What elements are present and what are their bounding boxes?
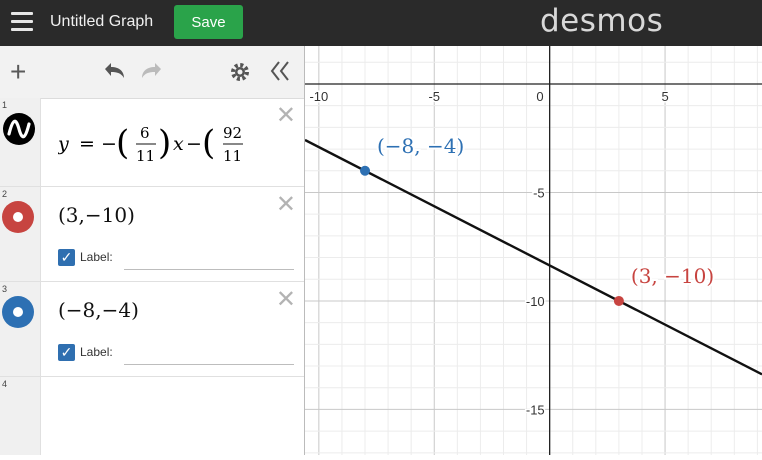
graph-title[interactable]: Untitled Graph bbox=[50, 13, 153, 31]
svg-text:−: − bbox=[186, 133, 202, 155]
expression-gutter: 4 bbox=[0, 377, 41, 455]
svg-text:): ) bbox=[158, 123, 171, 163]
expression-math-2[interactable]: (3,−10) bbox=[58, 203, 135, 227]
expression-number: 4 bbox=[2, 379, 8, 389]
gear-icon[interactable] bbox=[229, 61, 251, 88]
point-color-icon-blue[interactable] bbox=[2, 296, 34, 328]
redo-icon[interactable] bbox=[139, 60, 167, 87]
graph-canvas[interactable]: -10 -5 0 5 -5 -10 -15 (−8, −4) (3, −10) bbox=[304, 46, 762, 455]
close-icon[interactable]: ✕ bbox=[276, 193, 296, 217]
expression-row-4[interactable]: 4 bbox=[0, 377, 304, 455]
expression-row-3[interactable]: 3 (−8,−4) ✓ Label: ✕ bbox=[0, 282, 304, 377]
label-input[interactable] bbox=[124, 269, 294, 270]
line-graph-icon[interactable] bbox=[2, 112, 36, 146]
y-tick-label: -10 bbox=[526, 294, 545, 309]
svg-text:(: ( bbox=[116, 123, 129, 163]
double-chevron-left-icon[interactable] bbox=[269, 60, 291, 87]
close-icon[interactable]: ✕ bbox=[276, 104, 296, 128]
expression-row-2[interactable]: 2 (3,−10) ✓ Label: ✕ bbox=[0, 187, 304, 282]
svg-text:6: 6 bbox=[140, 124, 150, 142]
top-bar: Untitled Graph Save desmos bbox=[0, 0, 762, 46]
desmos-logo: desmos bbox=[540, 3, 664, 39]
checkmark-icon[interactable]: ✓ bbox=[58, 249, 75, 266]
expression-number: 1 bbox=[2, 100, 8, 110]
expression-number: 3 bbox=[2, 284, 8, 294]
expression-math-1[interactable]: y = − ( 6 11 ) x − ( 92 11 bbox=[57, 120, 268, 175]
x-tick-label: 5 bbox=[661, 89, 668, 104]
point-label: (−8, −4) bbox=[377, 134, 464, 158]
svg-text:=: = bbox=[79, 133, 95, 155]
expression-gutter: 1 bbox=[0, 98, 41, 186]
expression-panel: + 1 y = − ( 6 11) x − (92 11 ✕ 2 (3,−1… bbox=[0, 46, 304, 455]
svg-text:y: y bbox=[58, 133, 69, 155]
save-button[interactable]: Save bbox=[174, 5, 243, 39]
graph-point bbox=[360, 165, 371, 176]
x-tick-label: -5 bbox=[428, 89, 440, 104]
label-text: Label: bbox=[80, 250, 113, 264]
x-tick-label: -10 bbox=[309, 89, 328, 104]
plus-icon[interactable]: + bbox=[10, 58, 26, 86]
expression-toolbar: + bbox=[0, 46, 304, 99]
svg-text:11: 11 bbox=[223, 147, 242, 165]
expression-gutter: 3 bbox=[0, 282, 41, 376]
label-text: Label: bbox=[80, 345, 113, 359]
graph-svg: -10 -5 0 5 -5 -10 -15 (−8, −4) (3, −10) bbox=[304, 46, 762, 455]
hamburger-menu-icon[interactable] bbox=[11, 12, 33, 32]
svg-text:x: x bbox=[173, 133, 184, 155]
svg-text:−: − bbox=[101, 133, 117, 155]
expression-row-1[interactable]: 1 y = − ( 6 11 ) x − ( 92 11 ✕ bbox=[0, 98, 304, 187]
expression-number: 2 bbox=[2, 189, 8, 199]
expression-math-3[interactable]: (−8,−4) bbox=[58, 298, 139, 322]
point-label: (3, −10) bbox=[631, 264, 714, 288]
svg-text:11: 11 bbox=[136, 147, 155, 165]
y-tick-label: -5 bbox=[533, 185, 545, 200]
svg-text:92: 92 bbox=[223, 124, 242, 142]
point-color-icon-red[interactable] bbox=[2, 201, 34, 233]
checkmark-icon[interactable]: ✓ bbox=[58, 344, 75, 361]
svg-text:(: ( bbox=[202, 123, 215, 163]
x-tick-label: 0 bbox=[536, 89, 543, 104]
graph-point bbox=[613, 295, 624, 306]
undo-icon[interactable] bbox=[99, 60, 127, 87]
label-input[interactable] bbox=[124, 364, 294, 365]
expression-gutter: 2 bbox=[0, 187, 41, 281]
y-tick-label: -15 bbox=[526, 402, 545, 417]
close-icon[interactable]: ✕ bbox=[276, 288, 296, 312]
